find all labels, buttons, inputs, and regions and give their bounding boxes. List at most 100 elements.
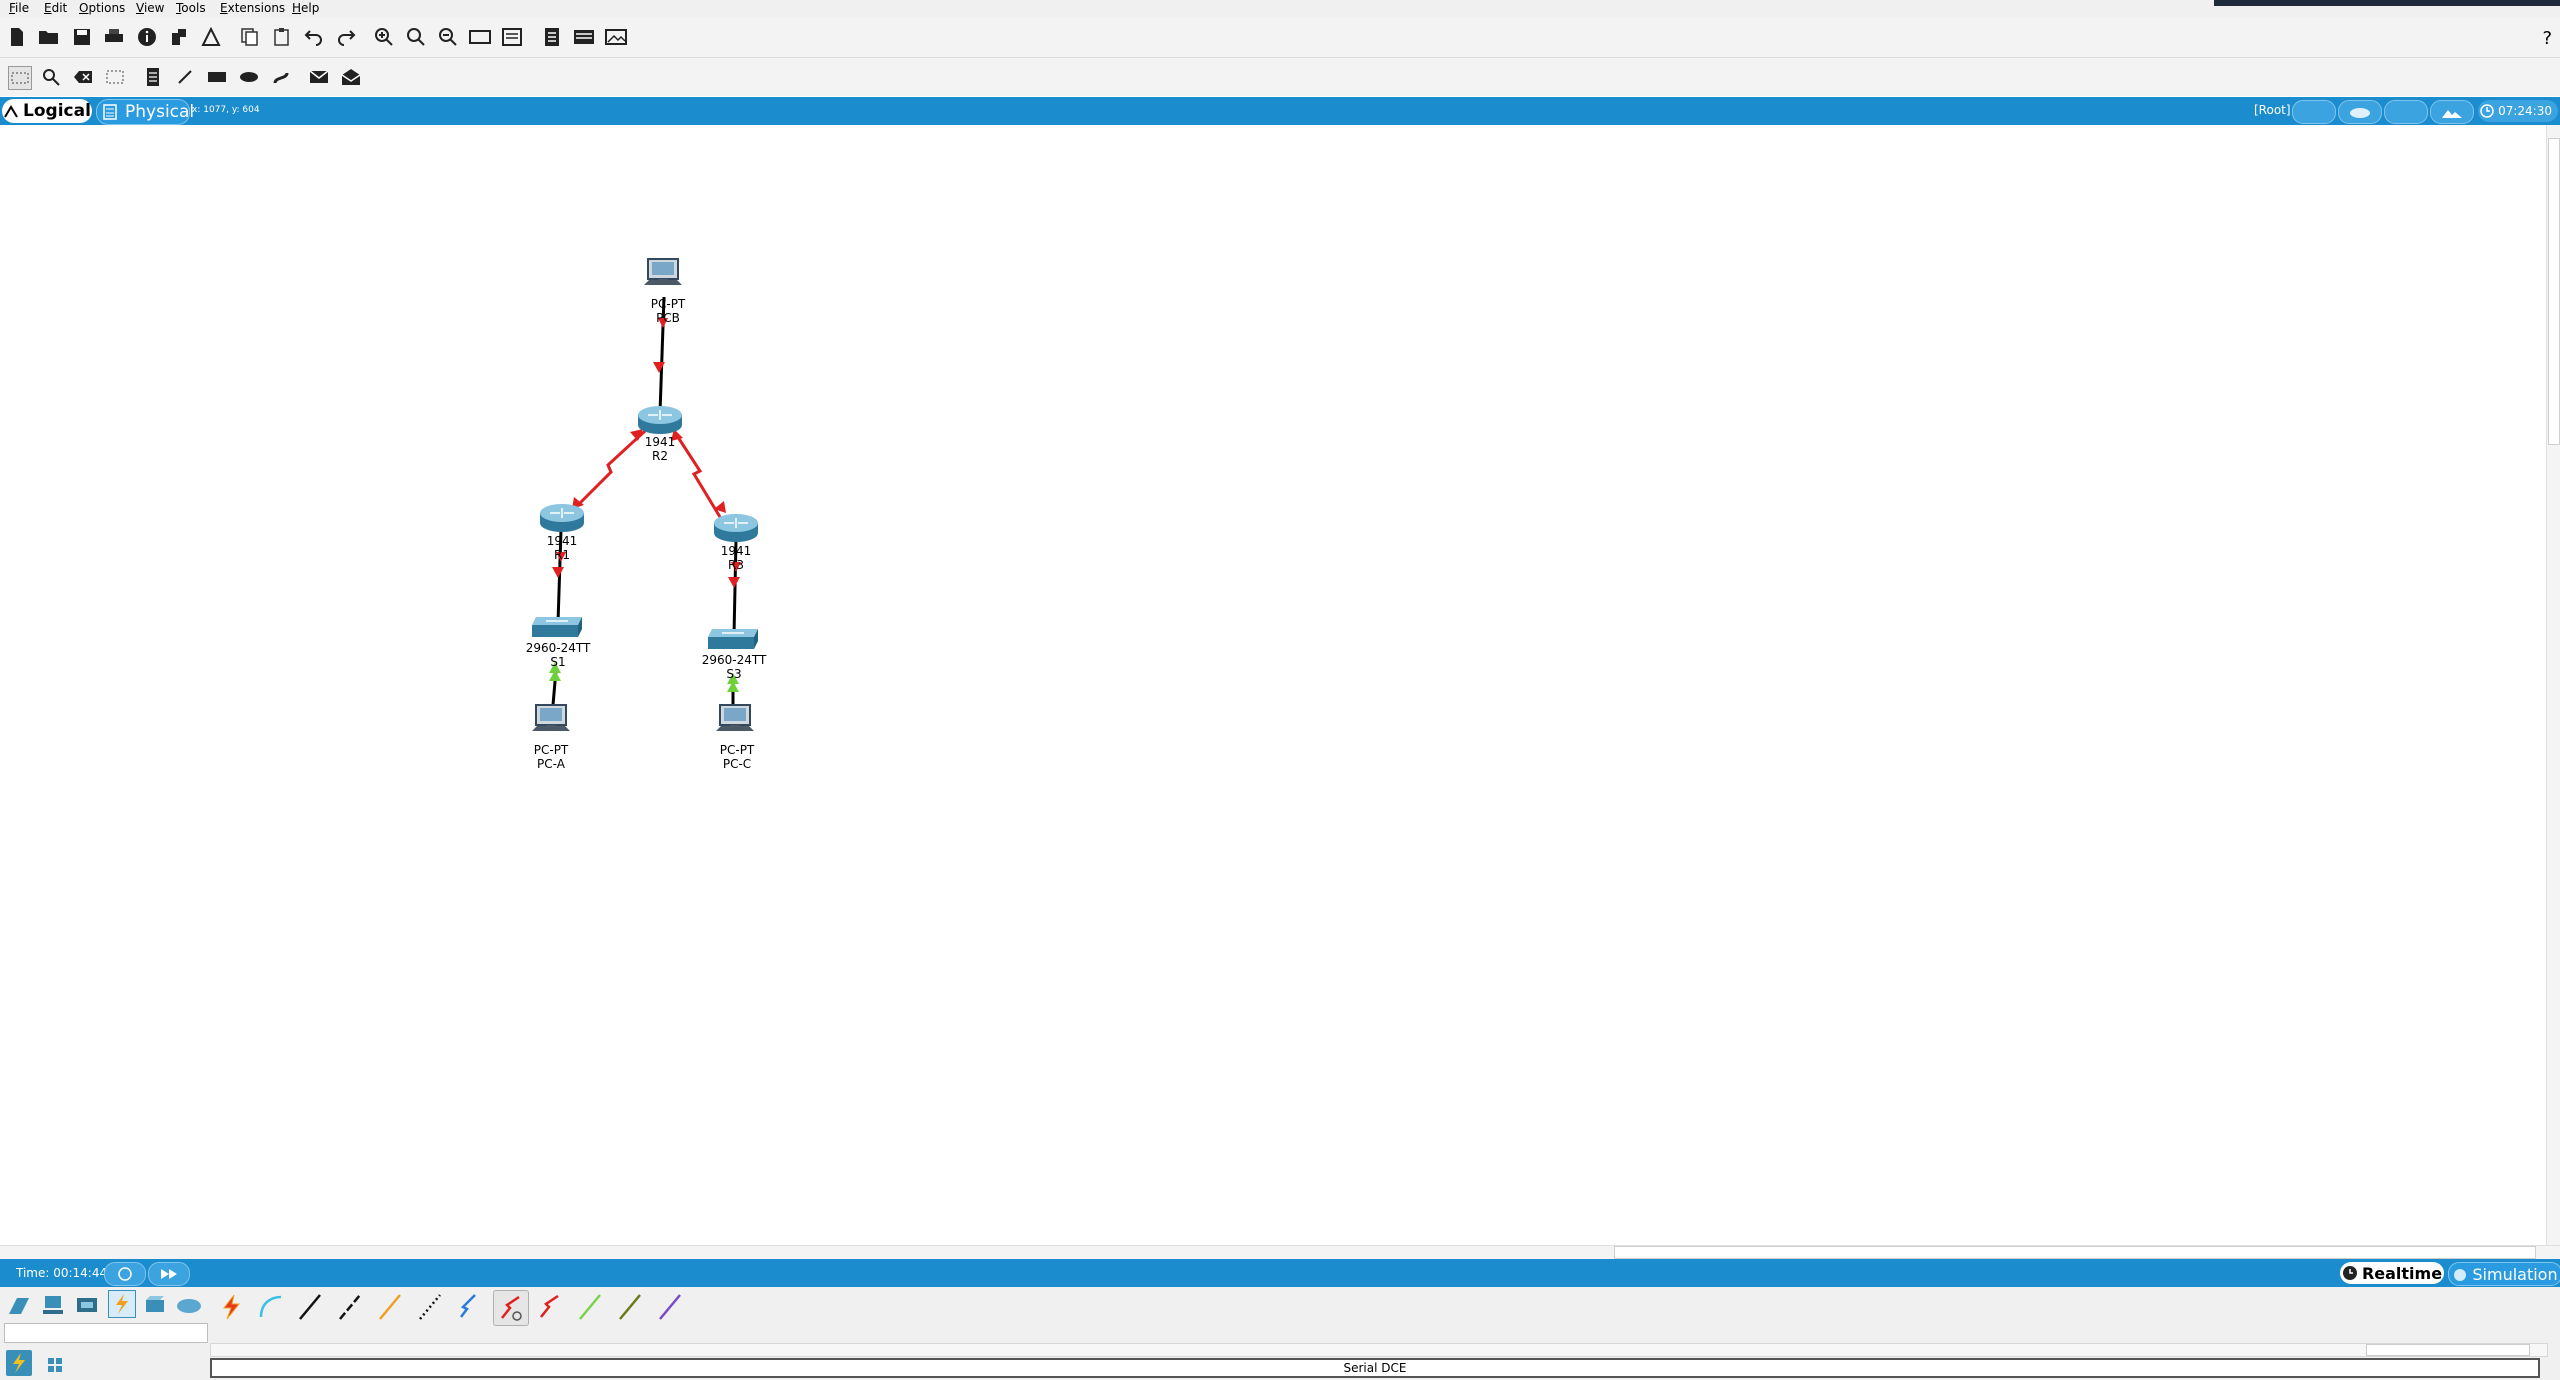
phone-cable-icon[interactable] [413, 1290, 447, 1324]
fast-forward-icon [161, 1269, 177, 1279]
network-devices-icon[interactable] [6, 1292, 32, 1318]
undo-icon[interactable] [303, 26, 325, 48]
delete-icon[interactable] [72, 66, 94, 88]
cursor-coordinates: x: 1077, y: 604 [192, 105, 260, 115]
mountain-image-icon [2442, 110, 2462, 118]
zoom-out-icon[interactable] [437, 26, 459, 48]
menu-file[interactable]: File [9, 1, 29, 15]
new-cluster-button[interactable] [2338, 100, 2382, 124]
console-cable-icon[interactable] [253, 1290, 287, 1324]
device-label: PC-PT PC-A [534, 743, 569, 771]
resize-shape-icon[interactable] [104, 66, 126, 88]
set-background-button[interactable] [2430, 100, 2474, 124]
copy-icon[interactable] [239, 26, 261, 48]
router-r1[interactable] [540, 504, 584, 532]
redo-icon[interactable] [335, 26, 357, 48]
logical-workspace[interactable]: PC-PT PCB 1941 R2 1941 R1 1941 R3 2960-24TT S… [0, 125, 2546, 1245]
copper-straight-through-icon[interactable] [293, 1290, 327, 1324]
paste-icon[interactable] [271, 26, 293, 48]
device-search-input[interactable] [4, 1323, 208, 1343]
pdu-list-icon[interactable] [573, 26, 595, 48]
drawing-palette-icon[interactable] [469, 26, 491, 48]
copper-cross-over-icon[interactable] [333, 1290, 367, 1324]
viewport-clock[interactable]: 07:24:30 [2478, 100, 2558, 122]
selected-item-label: Serial DCE [1343, 1361, 1407, 1375]
miscellaneous-icon[interactable] [142, 1292, 168, 1318]
connections-icon[interactable] [108, 1290, 136, 1318]
multiuser-icon[interactable] [176, 1292, 202, 1318]
add-simple-pdu-icon[interactable] [308, 66, 330, 88]
select-icon[interactable] [8, 66, 32, 90]
grid-view-icon[interactable] [42, 1352, 68, 1378]
octal-cable-icon[interactable] [573, 1290, 607, 1324]
tab-physical[interactable]: Physical [96, 99, 194, 125]
coaxial-cable-icon[interactable] [453, 1290, 487, 1324]
draw-line-icon[interactable] [174, 66, 196, 88]
vertical-scroll-thumb[interactable] [2548, 138, 2560, 445]
freeform-icon[interactable] [270, 66, 292, 88]
print-icon[interactable] [103, 26, 125, 48]
tab-logical[interactable]: Logical [2, 99, 92, 123]
device-label: 1941 R1 [547, 534, 578, 562]
palette-scroll-thumb[interactable] [2366, 1344, 2530, 1356]
time-bar: Time: 00:14:44 Realtime Simulation [0, 1259, 2560, 1287]
power-cycle-button[interactable] [104, 1262, 146, 1286]
add-complex-pdu-icon[interactable] [340, 66, 362, 88]
serial-link-r2-r1[interactable] [576, 429, 647, 507]
info-icon[interactable] [136, 26, 158, 48]
draw-rectangle-icon[interactable] [206, 66, 228, 88]
pc-pcb[interactable] [644, 258, 682, 285]
zoom-in-icon[interactable] [373, 26, 395, 48]
activity-wizard-icon[interactable] [200, 26, 222, 48]
usb-cable-icon[interactable] [653, 1290, 687, 1324]
horizontal-scroll-thumb[interactable] [1614, 1246, 2536, 1259]
menu-help[interactable]: Help [292, 1, 319, 15]
realtime-mode-button[interactable]: Realtime [2340, 1262, 2444, 1284]
link-status-down-icon [552, 567, 564, 578]
network-wizard-icon[interactable] [168, 26, 190, 48]
fast-forward-button[interactable] [148, 1262, 190, 1286]
device-model: PC-PT [533, 743, 569, 757]
workspace-tab-bar: Logical Physical x: 1077, y: 604 [Root] … [0, 97, 2560, 125]
switch-s1[interactable] [532, 617, 582, 637]
router-r3[interactable] [714, 514, 758, 542]
menu-extensions[interactable]: Extensions [220, 1, 285, 15]
pc-pca[interactable] [532, 704, 570, 731]
view-command-log-icon[interactable] [541, 26, 563, 48]
device-label: 1941 R3 [721, 544, 752, 572]
end-devices-icon[interactable] [40, 1292, 66, 1318]
router-r2[interactable] [638, 406, 682, 434]
help-icon[interactable]: ? [2542, 28, 2552, 49]
root-breadcrumb[interactable]: [Root] [2254, 103, 2291, 117]
palette-horizontal-scrollbar[interactable] [210, 1343, 2548, 1357]
serial-dte-icon[interactable] [533, 1290, 567, 1324]
clock-icon [2342, 1266, 2357, 1280]
iot-custom-cable-icon[interactable] [613, 1290, 647, 1324]
connections-selected-icon[interactable] [6, 1350, 32, 1376]
pc-pcc[interactable] [716, 704, 754, 731]
device-model: 2960-24TT [525, 641, 591, 655]
inspect-icon[interactable] [40, 66, 62, 88]
zoom-reset-icon[interactable] [405, 26, 427, 48]
menu-options[interactable]: Options [79, 1, 125, 15]
components-icon[interactable] [74, 1292, 100, 1318]
serial-dce-icon[interactable] [493, 1290, 529, 1326]
screenshot-icon[interactable] [605, 26, 627, 48]
serial-link-r2-r3[interactable] [672, 430, 722, 518]
menu-edit[interactable]: Edit [44, 1, 67, 15]
move-object-button[interactable] [2384, 100, 2428, 124]
switch-s3[interactable] [708, 629, 758, 649]
menu-tools[interactable]: Tools [176, 1, 206, 15]
save-icon[interactable] [71, 26, 93, 48]
back-button[interactable] [2292, 100, 2336, 124]
automatic-cable-icon[interactable] [213, 1290, 247, 1324]
simulation-mode-button[interactable]: Simulation [2448, 1262, 2560, 1286]
open-folder-icon[interactable] [38, 26, 60, 48]
menu-view[interactable]: View [136, 1, 164, 15]
place-note-icon[interactable] [142, 66, 164, 88]
fiber-icon[interactable] [373, 1290, 407, 1324]
draw-ellipse-icon[interactable] [238, 66, 260, 88]
device-model: 1941 [720, 544, 752, 558]
custom-device-dialog-icon[interactable] [501, 26, 523, 48]
new-file-icon[interactable] [6, 26, 28, 48]
